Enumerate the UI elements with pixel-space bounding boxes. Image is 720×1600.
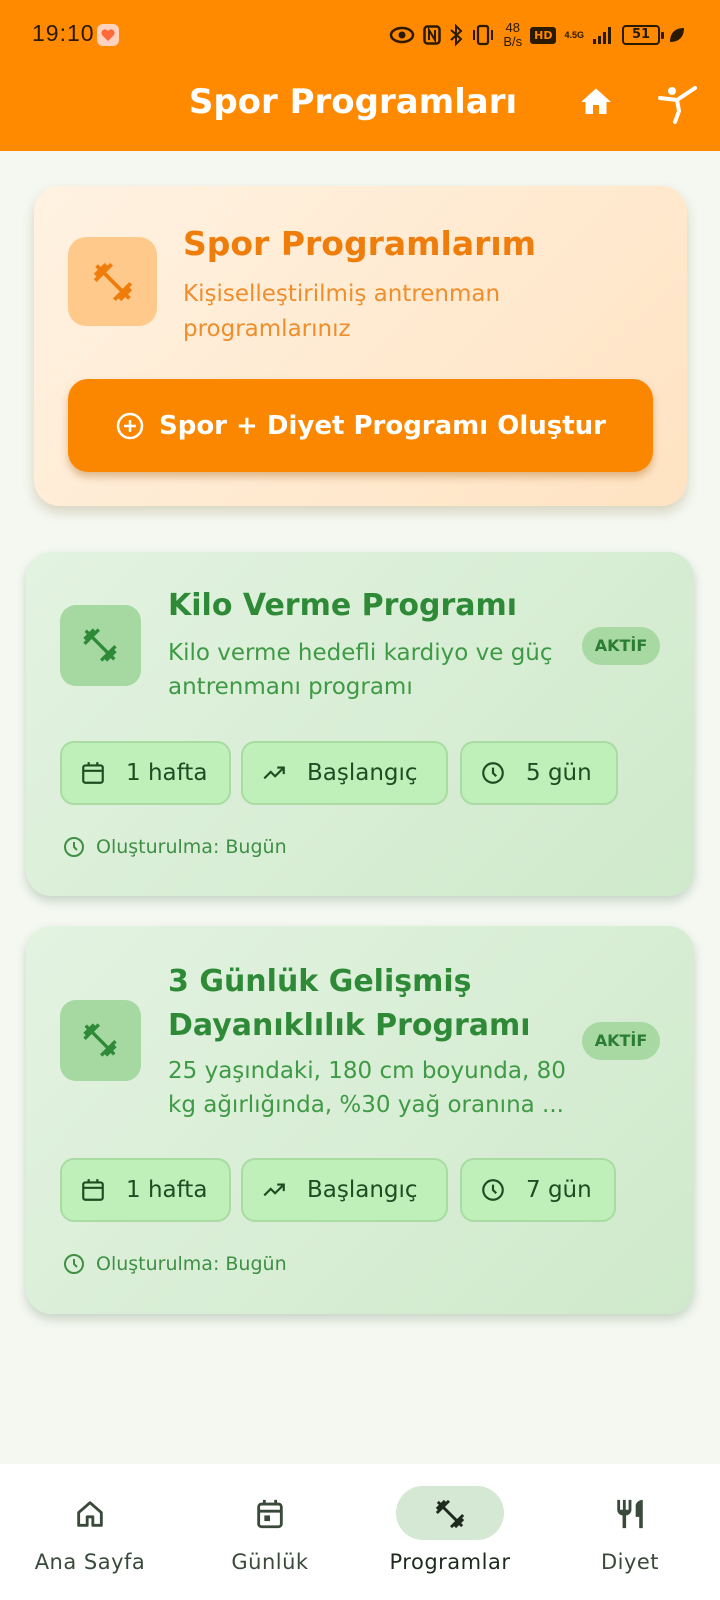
signal-label: 4.5G bbox=[564, 30, 584, 40]
trending-up-icon bbox=[263, 766, 285, 780]
status-icons: 48 B/s HD 4.5G 51 bbox=[389, 18, 686, 52]
nav-item-programs[interactable]: Programlar bbox=[360, 1464, 540, 1600]
program-card[interactable]: Kilo Verme Programı Kilo verme hedefli k… bbox=[26, 552, 694, 896]
program-icon-tile bbox=[60, 1000, 141, 1081]
calendar-icon bbox=[82, 762, 104, 784]
dumbbell-icon bbox=[93, 262, 133, 302]
days-chip: 5 gün bbox=[460, 741, 618, 805]
program-description: Kilo verme hedefli kardiyo ve güç antren… bbox=[168, 640, 553, 700]
clock-icon bbox=[482, 762, 504, 784]
duration-chip: 1 hafta bbox=[60, 741, 231, 805]
status-time: 19:10 bbox=[32, 20, 95, 46]
trending-up-icon bbox=[263, 1183, 285, 1197]
bottom-navigation: Ana Sayfa Günlük Programlar Diyet bbox=[0, 1464, 720, 1600]
signal-icon bbox=[593, 27, 611, 44]
clock-icon bbox=[64, 837, 84, 857]
nav-label: Diyet bbox=[600, 1550, 660, 1574]
home-outline-icon bbox=[77, 1501, 103, 1527]
create-program-button[interactable]: Spor + Diyet Programı Oluştur bbox=[68, 379, 653, 472]
status-badge: AKTİF bbox=[582, 1022, 660, 1060]
hd-badge: HD bbox=[530, 26, 557, 44]
nav-item-diet[interactable]: Diyet bbox=[540, 1464, 720, 1600]
stretching-person-icon bbox=[658, 86, 697, 124]
dumbbell-icon bbox=[83, 1023, 117, 1057]
days-chip: 7 gün bbox=[460, 1158, 616, 1222]
duration-chip: 1 hafta bbox=[60, 1158, 231, 1222]
dumbbell-icon-tile bbox=[68, 237, 157, 326]
program-card[interactable]: 3 Günlük Gelişmiş Dayanıklılık Programı … bbox=[26, 926, 694, 1314]
create-program-label: Spor + Diyet Programı Oluştur bbox=[158, 410, 606, 441]
program-title: Kilo Verme Programı bbox=[168, 588, 518, 623]
nav-item-daily[interactable]: Günlük bbox=[180, 1464, 360, 1600]
program-icon-tile bbox=[60, 605, 141, 686]
created-info: Oluşturulma: Bugün bbox=[62, 1252, 287, 1276]
bluetooth-icon bbox=[450, 24, 463, 46]
vibrate-icon bbox=[473, 24, 494, 46]
eye-icon bbox=[390, 26, 415, 44]
program-title: 3 Günlük Gelişmiş Dayanıklılık Programı bbox=[168, 964, 531, 1043]
nav-label: Ana Sayfa bbox=[34, 1550, 146, 1574]
fork-knife-icon bbox=[617, 1499, 643, 1529]
nav-label: Günlük bbox=[231, 1550, 309, 1574]
dumbbell-icon bbox=[435, 1499, 465, 1529]
program-description: 25 yaşındaki, 180 cm boyunda, 80 kg ağır… bbox=[168, 1058, 566, 1118]
clock-icon bbox=[482, 1179, 504, 1201]
nfc-icon bbox=[423, 25, 442, 45]
calendar-icon bbox=[82, 1179, 104, 1201]
nav-active-indicator bbox=[396, 1486, 504, 1540]
fitness-button[interactable] bbox=[657, 84, 701, 124]
home-button[interactable] bbox=[578, 84, 618, 124]
status-bar: 19:10 48 B/s HD 4.5G 51 bbox=[0, 0, 720, 70]
level-chip: Başlangıç bbox=[241, 741, 448, 805]
level-chip: Başlangıç bbox=[241, 1158, 448, 1222]
hero-title: Spor Programlarım bbox=[183, 224, 537, 263]
battery-icon: 51 bbox=[622, 25, 664, 45]
add-circle-icon bbox=[116, 412, 144, 439]
app-header: 19:10 48 B/s HD 4.5G 51 Spor Programları bbox=[0, 0, 720, 151]
nav-item-home[interactable]: Ana Sayfa bbox=[0, 1464, 180, 1600]
hero-subtitle: Kişiselleştirilmiş antrenman programları… bbox=[183, 281, 501, 342]
status-badge: AKTİF bbox=[582, 627, 660, 665]
home-icon bbox=[581, 88, 611, 114]
clock-icon bbox=[64, 1254, 84, 1274]
calendar-icon bbox=[257, 1499, 283, 1529]
leaf-icon bbox=[670, 28, 684, 42]
dumbbell-icon bbox=[83, 628, 117, 662]
health-app-icon bbox=[97, 24, 119, 46]
nav-label: Programlar bbox=[389, 1550, 511, 1574]
created-info: Oluşturulma: Bugün bbox=[62, 835, 287, 859]
net-speed: 48 B/s bbox=[503, 20, 523, 49]
my-programs-card: Spor Programlarım Kişiselleştirilmiş ant… bbox=[34, 186, 687, 506]
